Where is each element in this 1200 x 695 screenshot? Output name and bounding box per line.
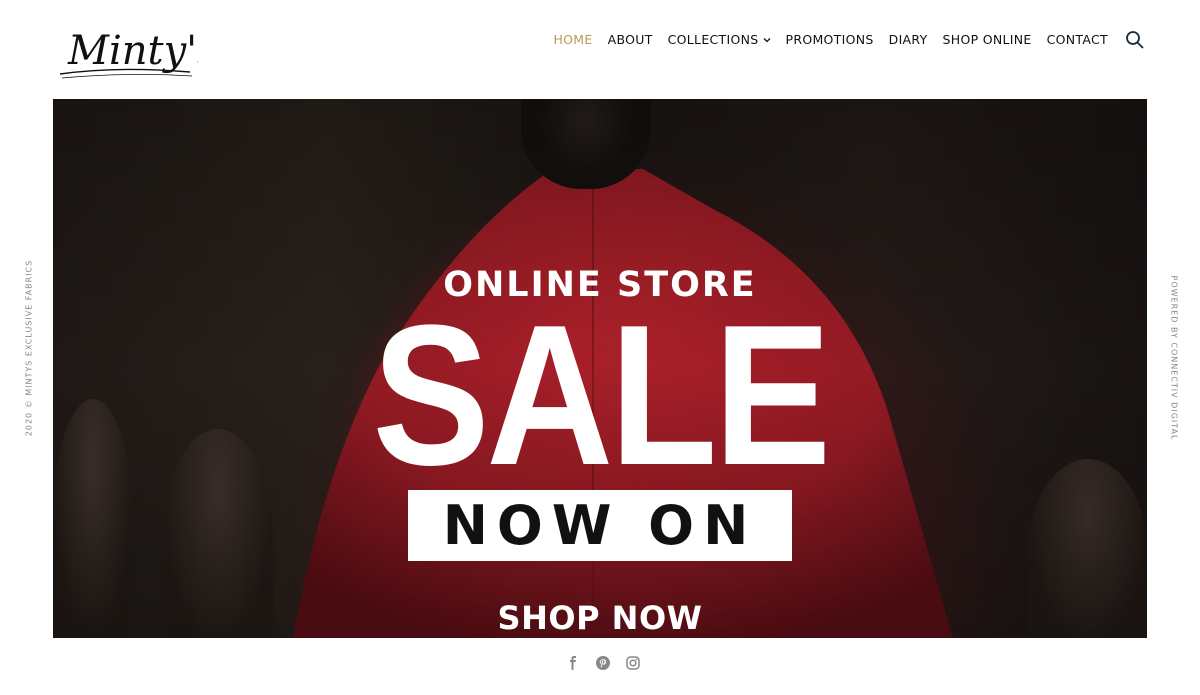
now-on-badge: NOW ON xyxy=(408,490,792,561)
now-on-text: NOW ON xyxy=(442,494,758,557)
nav-about[interactable]: ABOUT xyxy=(608,32,653,47)
hero-banner[interactable]: ONLINE STORE SALE NOW ON SHOP NOW xyxy=(53,99,1147,638)
logo-text: Minty's xyxy=(67,28,198,74)
powered-by-link[interactable]: POWERED BY CONNECTIV DIGITAL xyxy=(1170,276,1179,441)
nav-collections[interactable]: COLLECTIONS xyxy=(668,32,771,47)
nav-collections-label: COLLECTIONS xyxy=(667,32,759,47)
nav-diary[interactable]: DIARY xyxy=(889,32,928,47)
nav-promotions[interactable]: PROMOTIONS xyxy=(786,32,874,47)
shop-now-link[interactable]: SHOP NOW xyxy=(53,599,1147,637)
instagram-icon[interactable] xyxy=(625,655,641,671)
nav-shop-online[interactable]: SHOP ONLINE xyxy=(943,32,1032,47)
search-icon[interactable] xyxy=(1125,30,1145,50)
chevron-down-icon xyxy=(763,37,770,42)
facebook-icon[interactable] xyxy=(565,655,581,671)
main-nav: HOME ABOUT COLLECTIONS PROMOTIONS DIARY … xyxy=(553,32,1108,47)
social-links xyxy=(565,655,641,671)
hero-sale-text: SALE xyxy=(372,284,831,507)
logo-mark: Minty's xyxy=(59,28,198,79)
pinterest-icon[interactable] xyxy=(595,655,611,671)
brand-logo[interactable]: Minty's xyxy=(58,22,198,92)
nav-home[interactable]: HOME xyxy=(553,32,592,47)
copyright-text: 2020 © MINTYS EXCLUSIVE FABRICS xyxy=(24,259,34,437)
nav-contact[interactable]: CONTACT xyxy=(1047,32,1108,47)
